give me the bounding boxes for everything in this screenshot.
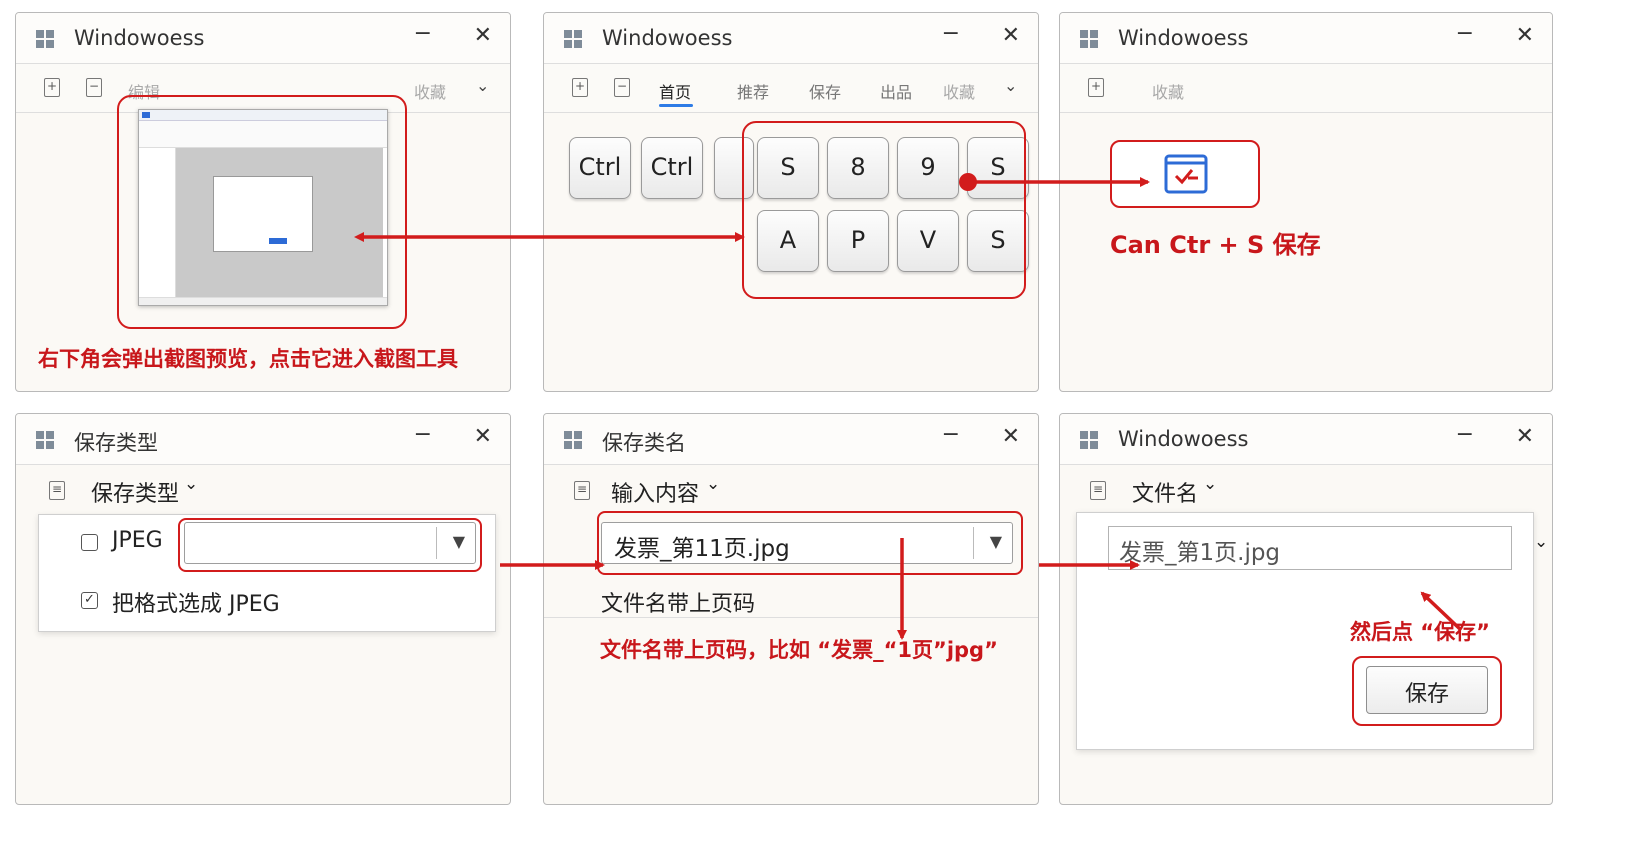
document-icon: ≡ (49, 481, 65, 500)
remove-page-icon[interactable]: − (614, 78, 630, 97)
remove-page-icon[interactable]: − (86, 78, 102, 97)
windows-logo-icon (36, 431, 54, 449)
panel-save-shortcut: Windowoess − ✕ + 收藏 Can Ctr + S 保存 (1059, 12, 1553, 392)
format-checkbox[interactable]: ✓ (81, 592, 98, 609)
close-button[interactable]: ✕ (1516, 23, 1534, 48)
tab-save[interactable]: 保存 (809, 79, 841, 103)
minimize-button[interactable]: − (1456, 21, 1474, 46)
format-option-label: 把格式选成 JPEG (112, 592, 280, 617)
title-bar: Windowoess − ✕ (1060, 13, 1552, 64)
title-bar: Windowoess − ✕ (1060, 414, 1552, 465)
document-icon: ≡ (1090, 481, 1106, 500)
minimize-button[interactable]: − (1456, 422, 1474, 447)
tab-output[interactable]: 出品 (880, 79, 912, 103)
minimize-button[interactable]: − (942, 21, 960, 46)
close-button[interactable]: ✕ (1002, 424, 1020, 449)
filename-input-value: 发票_第1页.jpg (1119, 540, 1281, 566)
close-button[interactable]: ✕ (1002, 23, 1020, 48)
save-type-menu[interactable]: 保存类型 (91, 476, 179, 508)
active-tab-indicator (659, 104, 693, 107)
panel-screenshot-preview: Windowoess − ✕ + − 编辑 收藏 ⌄ 右下角会弹出截图预览，点击… (15, 12, 511, 392)
window-title: 保存类名 (602, 431, 686, 455)
window-title: 保存类型 (74, 431, 158, 455)
minimize-button[interactable]: − (414, 422, 432, 447)
caption-text: 文件名带上页码，比如 “发票_“1页”jpg” (600, 638, 998, 662)
toolbar-label[interactable]: 收藏 (1152, 79, 1184, 103)
caption-text: 然后点 “保存” (1350, 620, 1490, 644)
window-title: Windowoess (1118, 26, 1249, 50)
toolbar: + − 首页 推荐 保存 出品 收藏 ⌄ (544, 64, 1038, 113)
close-button[interactable]: ✕ (474, 424, 492, 449)
key-ctrl-1[interactable]: Ctrl (569, 137, 631, 199)
minimize-button[interactable]: − (942, 422, 960, 447)
key-ctrl-2[interactable]: Ctrl (641, 137, 703, 199)
title-bar: Windowoess − ✕ (544, 13, 1038, 64)
panel-save-file: Windowoess − ✕ ≡ 文件名 ⌄ 发票_第1页.jpg ⌄ 然后点 … (1059, 413, 1553, 805)
window-title: Windowoess (74, 26, 205, 50)
chevron-down-icon[interactable]: ⌄ (184, 474, 198, 494)
chevron-down-icon[interactable]: ⌄ (476, 76, 489, 95)
filename-input[interactable]: 发票_第1页.jpg (1108, 526, 1512, 570)
windows-logo-icon (1080, 30, 1098, 48)
side-chevron-icon[interactable]: ⌄ (1534, 532, 1548, 552)
close-button[interactable]: ✕ (474, 23, 492, 48)
add-page-icon[interactable]: + (572, 78, 588, 97)
tab-home[interactable]: 首页 (659, 79, 691, 103)
add-page-icon[interactable]: + (1088, 78, 1104, 97)
document-icon: ≡ (574, 481, 590, 500)
panel-filename-input: 保存类名 − ✕ ≡ 输入内容 ⌄ 发票_第11页.jpg ▼ 文件名带上页码 … (543, 413, 1039, 805)
highlight-save-button (1352, 656, 1502, 726)
jpeg-checkbox[interactable] (81, 534, 98, 551)
highlight-dropdown (178, 518, 482, 572)
hint-label: 文件名带上页码 (601, 592, 756, 617)
tab-favorites[interactable]: 收藏 (943, 79, 975, 103)
chevron-down-icon[interactable]: ⌄ (706, 474, 720, 494)
window-title: Windowoess (1118, 427, 1249, 451)
title-bar: 保存类型 − ✕ (16, 414, 510, 465)
toolbar-right-menu[interactable]: 收藏 (414, 79, 446, 103)
chevron-down-icon[interactable]: ⌄ (1004, 76, 1017, 95)
input-content-menu[interactable]: 输入内容 (611, 476, 699, 508)
jpeg-option-label: JPEG (112, 528, 163, 553)
add-page-icon[interactable]: + (44, 78, 60, 97)
save-icon-box[interactable] (1110, 140, 1260, 208)
filename-menu[interactable]: 文件名 (1132, 476, 1198, 508)
toolbar: + 收藏 (1060, 64, 1552, 113)
title-bar: Windowoess − ✕ (16, 13, 510, 64)
windows-logo-icon (564, 30, 582, 48)
panel-save-type: 保存类型 − ✕ ≡ 保存类型 ⌄ JPEG ▼ ✓ 把格式选成 JPEG (15, 413, 511, 805)
highlight-filename (597, 511, 1023, 575)
window-title: Windowoess (602, 26, 733, 50)
save-icon (1164, 154, 1208, 194)
windows-logo-icon (36, 30, 54, 48)
close-button[interactable]: ✕ (1516, 424, 1534, 449)
highlight-keys (742, 121, 1026, 299)
highlight-thumbnail (117, 95, 407, 329)
windows-logo-icon (564, 431, 582, 449)
title-bar: 保存类名 − ✕ (544, 414, 1038, 465)
caption-text: 右下角会弹出截图预览，点击它进入截图工具 (38, 347, 458, 371)
panel-shortcut-keys: Windowoess − ✕ + − 首页 推荐 保存 出品 收藏 ⌄ Ctrl… (543, 12, 1039, 392)
tab-recommend[interactable]: 推荐 (737, 79, 769, 103)
caption-text: Can Ctr + S 保存 (1110, 231, 1321, 259)
windows-logo-icon (1080, 431, 1098, 449)
chevron-down-icon[interactable]: ⌄ (1203, 474, 1217, 494)
minimize-button[interactable]: − (414, 21, 432, 46)
divider (544, 617, 1038, 618)
